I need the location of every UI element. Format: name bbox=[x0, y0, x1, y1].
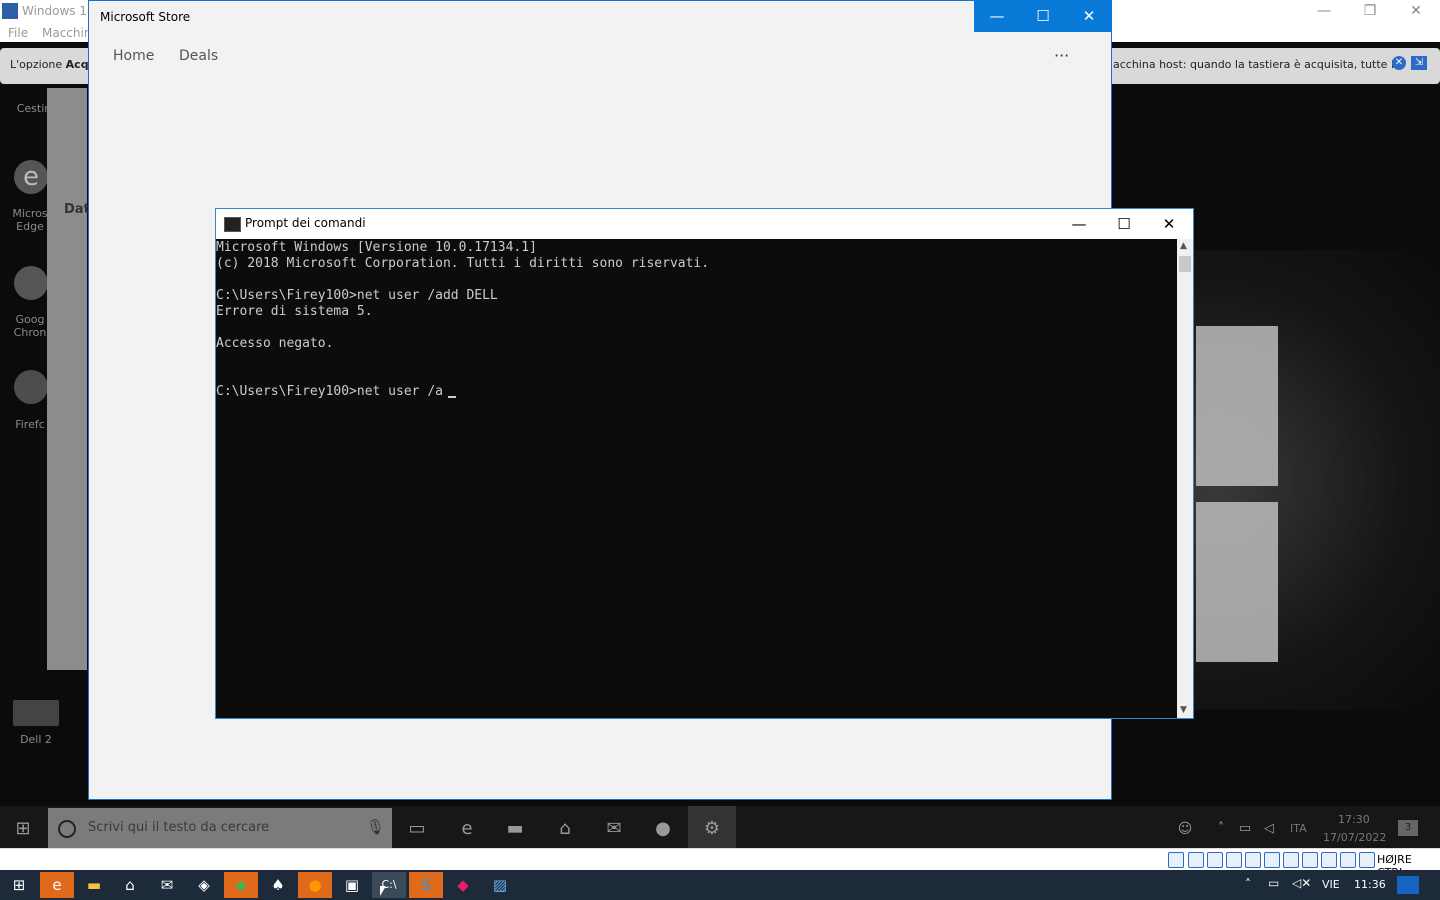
cmd-minimize-button[interactable]: — bbox=[1057, 210, 1101, 238]
virtualization-icon[interactable] bbox=[1321, 852, 1337, 868]
cmd-scroll-thumb[interactable] bbox=[1179, 256, 1191, 272]
host-cmd-icon[interactable]: C:\ bbox=[372, 872, 406, 898]
optical-drive-icon[interactable] bbox=[1188, 852, 1204, 868]
shared-folders-icon[interactable] bbox=[1264, 852, 1280, 868]
host-drop-icon[interactable]: ◆ bbox=[446, 872, 480, 898]
host-explorer-icon[interactable]: ▬ bbox=[77, 872, 111, 898]
guest-clock-date[interactable]: 17/07/2022 bbox=[1323, 831, 1386, 844]
wallpaper-pane bbox=[1196, 502, 1278, 662]
hard-disk-icon[interactable] bbox=[1168, 852, 1184, 868]
cmd-scrollbar[interactable] bbox=[1177, 239, 1193, 718]
notice-close-icon[interactable]: ✕ bbox=[1392, 56, 1406, 70]
mouse-integration-icon[interactable] bbox=[1340, 852, 1356, 868]
scroll-up-icon[interactable]: ▲ bbox=[1180, 241, 1187, 251]
store-nav-deals[interactable]: Deals bbox=[179, 48, 218, 64]
guest-search-placeholder: Scrivi qui il testo da cercare bbox=[88, 820, 270, 835]
text-cursor bbox=[448, 396, 456, 398]
display-icon[interactable] bbox=[1283, 852, 1299, 868]
dell-app-icon[interactable] bbox=[13, 700, 59, 726]
volume-icon[interactable]: ◁ bbox=[1254, 814, 1284, 844]
host-key-icon[interactable] bbox=[1359, 852, 1375, 868]
edge-taskbar-icon[interactable]: e bbox=[452, 814, 482, 844]
cmd-window-title: Prompt dei comandi bbox=[245, 216, 366, 230]
cmd-maximize-button[interactable]: ☐ bbox=[1102, 210, 1146, 238]
gear-icon: ⚙ bbox=[703, 818, 721, 839]
cmd-line: C:\Users\Firey100>net user /add DELL bbox=[216, 288, 498, 303]
vbox-minimize-button[interactable]: — bbox=[1301, 0, 1347, 24]
notice-text-right: acchina host: quando la tastiera è acqui… bbox=[1113, 58, 1401, 71]
cmd-line: Errore di sistema 5. bbox=[216, 304, 373, 319]
host-remote-icon[interactable]: ▣ bbox=[335, 872, 369, 898]
file-explorer-icon[interactable]: ▬ bbox=[500, 814, 530, 844]
vbox-window-title: Windows 10 bbox=[22, 4, 95, 18]
cmd-line: C:\Users\Firey100>net user /a bbox=[216, 384, 443, 399]
mouse-pointer-icon bbox=[380, 886, 386, 896]
background-window-label: Dat bbox=[64, 202, 90, 217]
cmd-close-button[interactable]: ✕ bbox=[1147, 210, 1191, 238]
people-icon[interactable]: ☺ bbox=[1170, 814, 1200, 844]
notice-text-left: L'opzione Acqu bbox=[10, 58, 96, 71]
store-window-title: Microsoft Store bbox=[100, 10, 191, 24]
notification-count: 3 bbox=[1404, 822, 1412, 833]
scroll-down-icon[interactable]: ▼ bbox=[1180, 705, 1187, 715]
action-center-icon[interactable]: 3 bbox=[1398, 820, 1418, 836]
usb-icon[interactable] bbox=[1245, 852, 1261, 868]
cmd-line: (c) 2018 Microsoft Corporation. Tutti i … bbox=[216, 256, 710, 271]
host-action-center-icon[interactable] bbox=[1397, 876, 1419, 894]
start-icon[interactable]: ⊞ bbox=[8, 814, 38, 844]
store-close-button[interactable]: ✕ bbox=[1066, 0, 1112, 32]
guest-language-indicator[interactable]: ITA bbox=[1290, 822, 1307, 835]
store-minimize-button[interactable]: — bbox=[974, 0, 1020, 32]
host-edge-icon[interactable]: e bbox=[40, 872, 74, 898]
host-mail-icon[interactable]: ✉ bbox=[150, 872, 184, 898]
video-capture-icon[interactable] bbox=[1302, 852, 1318, 868]
host-virtualbox-icon[interactable]: ▨ bbox=[483, 872, 517, 898]
host-store-icon[interactable]: ⌂ bbox=[113, 872, 147, 898]
firefox-icon[interactable] bbox=[14, 370, 48, 404]
vbox-status-bar bbox=[0, 848, 1440, 871]
mail-icon[interactable]: ✉ bbox=[599, 814, 629, 844]
cortana-icon bbox=[58, 820, 76, 838]
store-maximize-button[interactable]: ☐ bbox=[1020, 0, 1066, 32]
notice-left: L'opzione bbox=[10, 58, 63, 71]
vbox-restore-button[interactable]: ❐ bbox=[1347, 0, 1393, 24]
virtualbox-app-icon bbox=[2, 3, 18, 19]
store-taskbar-icon[interactable]: ⌂ bbox=[550, 814, 580, 844]
audio-icon[interactable] bbox=[1207, 852, 1223, 868]
host-firefox-icon[interactable]: ● bbox=[298, 872, 332, 898]
guest-clock-time[interactable]: 17:30 bbox=[1338, 813, 1370, 826]
host-clock-time[interactable]: 11:36 bbox=[1354, 878, 1386, 891]
host-solitaire-icon[interactable]: ♠ bbox=[261, 872, 295, 898]
edge-icon[interactable]: e bbox=[14, 160, 48, 194]
host-network-icon[interactable]: ▭ bbox=[1268, 876, 1279, 890]
store-nav-home[interactable]: Home bbox=[113, 48, 154, 64]
chrome-icon[interactable] bbox=[14, 266, 48, 300]
cmd-line: Accesso negato. bbox=[216, 336, 334, 351]
background-window-sidebar bbox=[47, 88, 87, 670]
cmd-app-icon bbox=[224, 217, 241, 232]
cmd-line: Microsoft Windows [Versione 10.0.17134.1… bbox=[216, 240, 537, 255]
host-chevron-up-icon[interactable]: ˄ bbox=[1245, 877, 1251, 891]
host-language-indicator[interactable]: VIE bbox=[1322, 878, 1340, 891]
host-3d-icon[interactable]: ◈ bbox=[187, 872, 221, 898]
firefox-taskbar-icon[interactable]: ● bbox=[648, 814, 678, 844]
host-maps-icon[interactable]: ◆ bbox=[224, 872, 258, 898]
wallpaper-pane bbox=[1196, 326, 1278, 486]
vbox-close-button[interactable]: ✕ bbox=[1393, 0, 1439, 24]
vbox-menu-file[interactable]: File bbox=[8, 26, 28, 40]
task-view-icon[interactable]: ▭ bbox=[402, 814, 432, 844]
vbox-menu-machine[interactable]: Macchin bbox=[42, 26, 91, 40]
microphone-icon[interactable]: 🎙 bbox=[366, 818, 385, 836]
host-skype-icon[interactable]: S bbox=[409, 872, 443, 898]
store-more-button[interactable]: ··· bbox=[1054, 46, 1069, 65]
notice-dismiss-icon[interactable]: ⇲ bbox=[1411, 56, 1427, 70]
desktop-icon-dell[interactable]: Dell 2 bbox=[8, 733, 64, 746]
network-adapter-icon[interactable] bbox=[1226, 852, 1242, 868]
host-volume-muted-icon[interactable]: ◁✕ bbox=[1292, 876, 1311, 890]
host-start-icon[interactable]: ⊞ bbox=[2, 872, 36, 898]
